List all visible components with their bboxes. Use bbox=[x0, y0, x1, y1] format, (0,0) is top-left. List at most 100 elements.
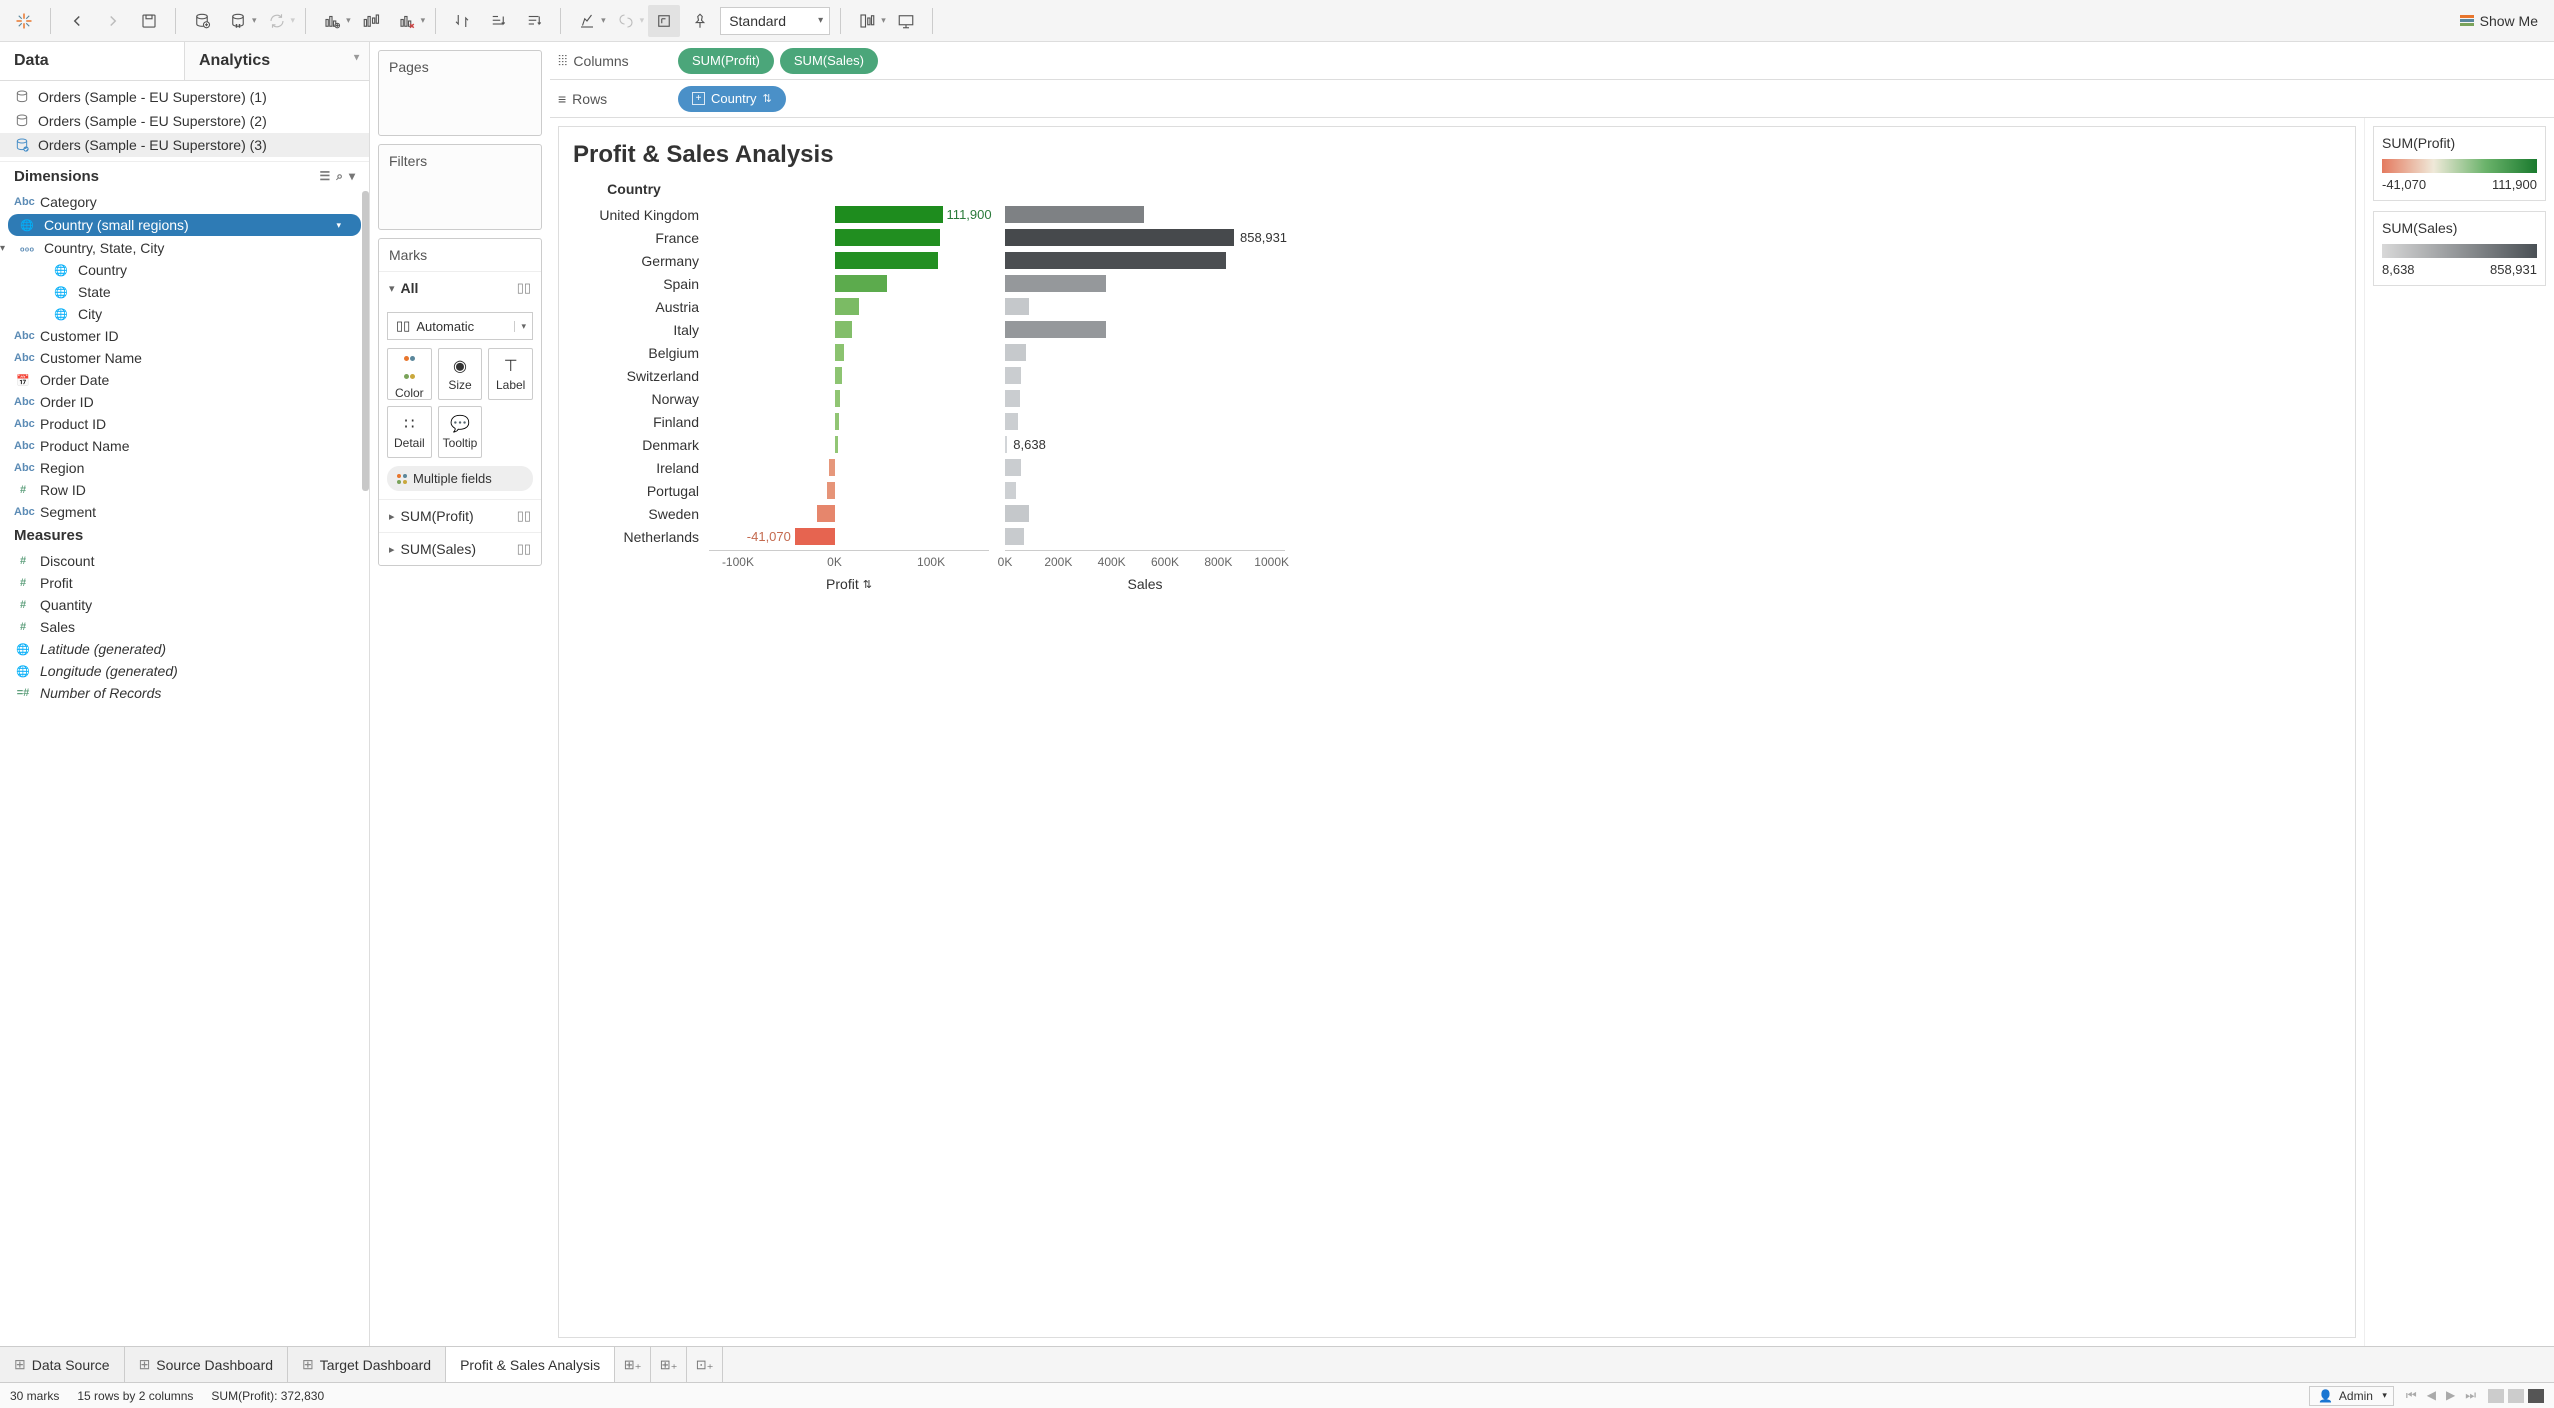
profit-bar[interactable] bbox=[709, 272, 989, 295]
field-order-id[interactable]: AbcOrder ID bbox=[0, 391, 369, 413]
size-button[interactable]: ◉Size bbox=[438, 348, 483, 400]
field-customer-name[interactable]: AbcCustomer Name bbox=[0, 347, 369, 369]
group-icon[interactable] bbox=[610, 5, 642, 37]
scrollbar-thumb[interactable] bbox=[362, 191, 369, 491]
profit-bar[interactable] bbox=[709, 249, 989, 272]
sales-bar[interactable] bbox=[1005, 502, 1285, 525]
undo-icon[interactable] bbox=[61, 5, 93, 37]
field-city[interactable]: 🌐City bbox=[0, 303, 369, 325]
field-region[interactable]: AbcRegion bbox=[0, 457, 369, 479]
analytics-tab[interactable]: Analytics bbox=[184, 42, 369, 80]
sales-bar[interactable] bbox=[1005, 456, 1285, 479]
field-num-records[interactable]: =#Number of Records bbox=[0, 682, 369, 704]
profit-bar[interactable] bbox=[709, 410, 989, 433]
profit-bar[interactable] bbox=[709, 456, 989, 479]
sales-bar[interactable] bbox=[1005, 525, 1285, 548]
field-hierarchy[interactable]: ▾ₒ₀ₒCountry, State, City bbox=[0, 237, 369, 259]
nav-first-icon[interactable]: ⏮ bbox=[2402, 1388, 2421, 1403]
pin-icon[interactable] bbox=[684, 5, 716, 37]
profit-bar[interactable]: -41,070 bbox=[709, 525, 989, 548]
datasource-item[interactable]: Orders (Sample - EU Superstore) (2) bbox=[0, 109, 369, 133]
new-datasource-icon[interactable] bbox=[186, 5, 218, 37]
refresh-icon[interactable] bbox=[261, 5, 293, 37]
mark-type-dropdown[interactable]: ▯▯Automatic▾ bbox=[387, 312, 533, 340]
pause-data-icon[interactable] bbox=[222, 5, 254, 37]
profit-bar[interactable] bbox=[709, 226, 989, 249]
legend-sales[interactable]: SUM(Sales) 8,638858,931 bbox=[2373, 211, 2546, 286]
datasource-item[interactable]: Orders (Sample - EU Superstore) (3) bbox=[0, 133, 369, 157]
tab-profit-sales[interactable]: Profit & Sales Analysis bbox=[446, 1347, 615, 1382]
field-category[interactable]: AbcCategory bbox=[0, 191, 369, 213]
field-country-small[interactable]: 🌐Country (small regions) bbox=[8, 214, 361, 236]
field-profit[interactable]: #Profit bbox=[0, 572, 369, 594]
data-tab[interactable]: Data bbox=[0, 42, 184, 80]
field-order-date[interactable]: 📅Order Date bbox=[0, 369, 369, 391]
profit-bar[interactable] bbox=[709, 433, 989, 456]
viz-title[interactable]: Profit & Sales Analysis bbox=[569, 141, 2345, 169]
show-me-button[interactable]: Show Me bbox=[2452, 9, 2546, 33]
swap-icon[interactable] bbox=[446, 5, 478, 37]
profit-bar[interactable] bbox=[709, 341, 989, 364]
field-discount[interactable]: #Discount bbox=[0, 550, 369, 572]
tableau-logo-icon[interactable] bbox=[8, 5, 40, 37]
field-latitude[interactable]: 🌐Latitude (generated) bbox=[0, 638, 369, 660]
sales-bar[interactable] bbox=[1005, 318, 1285, 341]
show-labels-icon[interactable] bbox=[648, 5, 680, 37]
sales-bar[interactable] bbox=[1005, 272, 1285, 295]
filters-shelf[interactable]: Filters bbox=[378, 144, 542, 230]
pages-shelf[interactable]: Pages bbox=[378, 50, 542, 136]
field-longitude[interactable]: 🌐Longitude (generated) bbox=[0, 660, 369, 682]
new-story-tab-icon[interactable]: ⊡₊ bbox=[687, 1347, 723, 1382]
tab-data-source[interactable]: ⊞Data Source bbox=[0, 1347, 125, 1382]
sales-bar[interactable] bbox=[1005, 341, 1285, 364]
pill-sum-sales[interactable]: SUM(Sales) bbox=[780, 48, 878, 74]
sheet-view-icon[interactable] bbox=[2528, 1389, 2544, 1403]
pill-sum-profit[interactable]: SUM(Profit) bbox=[678, 48, 774, 74]
profit-bar[interactable] bbox=[709, 387, 989, 410]
filmstrip-view-icon[interactable] bbox=[2508, 1389, 2524, 1403]
label-button[interactable]: ⊤Label bbox=[488, 348, 533, 400]
profit-bar[interactable] bbox=[709, 318, 989, 341]
sales-bar[interactable] bbox=[1005, 479, 1285, 502]
legend-profit[interactable]: SUM(Profit) -41,070111,900 bbox=[2373, 126, 2546, 201]
sort-asc-icon[interactable] bbox=[482, 5, 514, 37]
field-quantity[interactable]: #Quantity bbox=[0, 594, 369, 616]
nav-next-icon[interactable]: ▶ bbox=[2442, 1388, 2459, 1403]
rows-shelf[interactable]: ≡Rows +Country⇅ bbox=[550, 80, 2554, 118]
duplicate-sheet-icon[interactable] bbox=[355, 5, 387, 37]
sales-bar[interactable] bbox=[1005, 295, 1285, 318]
field-customer-id[interactable]: AbcCustomer ID bbox=[0, 325, 369, 347]
sales-bar[interactable]: 8,638 bbox=[1005, 433, 1285, 456]
sales-bar[interactable] bbox=[1005, 249, 1285, 272]
marks-profit[interactable]: ▸SUM(Profit)▯▯ bbox=[379, 499, 541, 532]
color-button[interactable]: Color bbox=[387, 348, 432, 400]
new-worksheet-icon[interactable] bbox=[316, 5, 348, 37]
fit-dropdown[interactable]: Standard▾ bbox=[720, 7, 830, 35]
user-dropdown[interactable]: 👤Admin▾ bbox=[2309, 1386, 2394, 1406]
pill-country[interactable]: +Country⇅ bbox=[678, 86, 786, 112]
columns-shelf[interactable]: ⦙⦙⦙Columns SUM(Profit) SUM(Sales) bbox=[550, 42, 2554, 80]
field-product-id[interactable]: AbcProduct ID bbox=[0, 413, 369, 435]
marks-all[interactable]: ▾All▯▯ bbox=[379, 271, 541, 304]
redo-icon[interactable] bbox=[97, 5, 129, 37]
field-country[interactable]: 🌐Country bbox=[0, 259, 369, 281]
search-icon[interactable]: ⌕ bbox=[336, 169, 343, 184]
nav-prev-icon[interactable]: ◀ bbox=[2423, 1388, 2440, 1403]
profit-bar[interactable] bbox=[709, 364, 989, 387]
view-list-icon[interactable]: ☰ bbox=[319, 169, 330, 184]
profit-bar[interactable] bbox=[709, 502, 989, 525]
new-worksheet-tab-icon[interactable]: ⊞₊ bbox=[615, 1347, 651, 1382]
sales-bar[interactable] bbox=[1005, 203, 1285, 226]
new-dashboard-tab-icon[interactable]: ⊞₊ bbox=[651, 1347, 687, 1382]
clear-sheet-icon[interactable] bbox=[391, 5, 423, 37]
presentation-icon[interactable] bbox=[890, 5, 922, 37]
tab-source-dashboard[interactable]: ⊞Source Dashboard bbox=[125, 1347, 288, 1382]
tab-target-dashboard[interactable]: ⊞Target Dashboard bbox=[288, 1347, 446, 1382]
profit-bar[interactable]: 111,900 bbox=[709, 203, 989, 226]
marks-sales[interactable]: ▸SUM(Sales)▯▯ bbox=[379, 532, 541, 565]
sales-bar[interactable] bbox=[1005, 410, 1285, 433]
mark-field-multiple[interactable]: Multiple fields bbox=[387, 466, 533, 491]
show-cards-icon[interactable] bbox=[851, 5, 883, 37]
field-product-name[interactable]: AbcProduct Name bbox=[0, 435, 369, 457]
nav-last-icon[interactable]: ⏭ bbox=[2461, 1388, 2480, 1403]
